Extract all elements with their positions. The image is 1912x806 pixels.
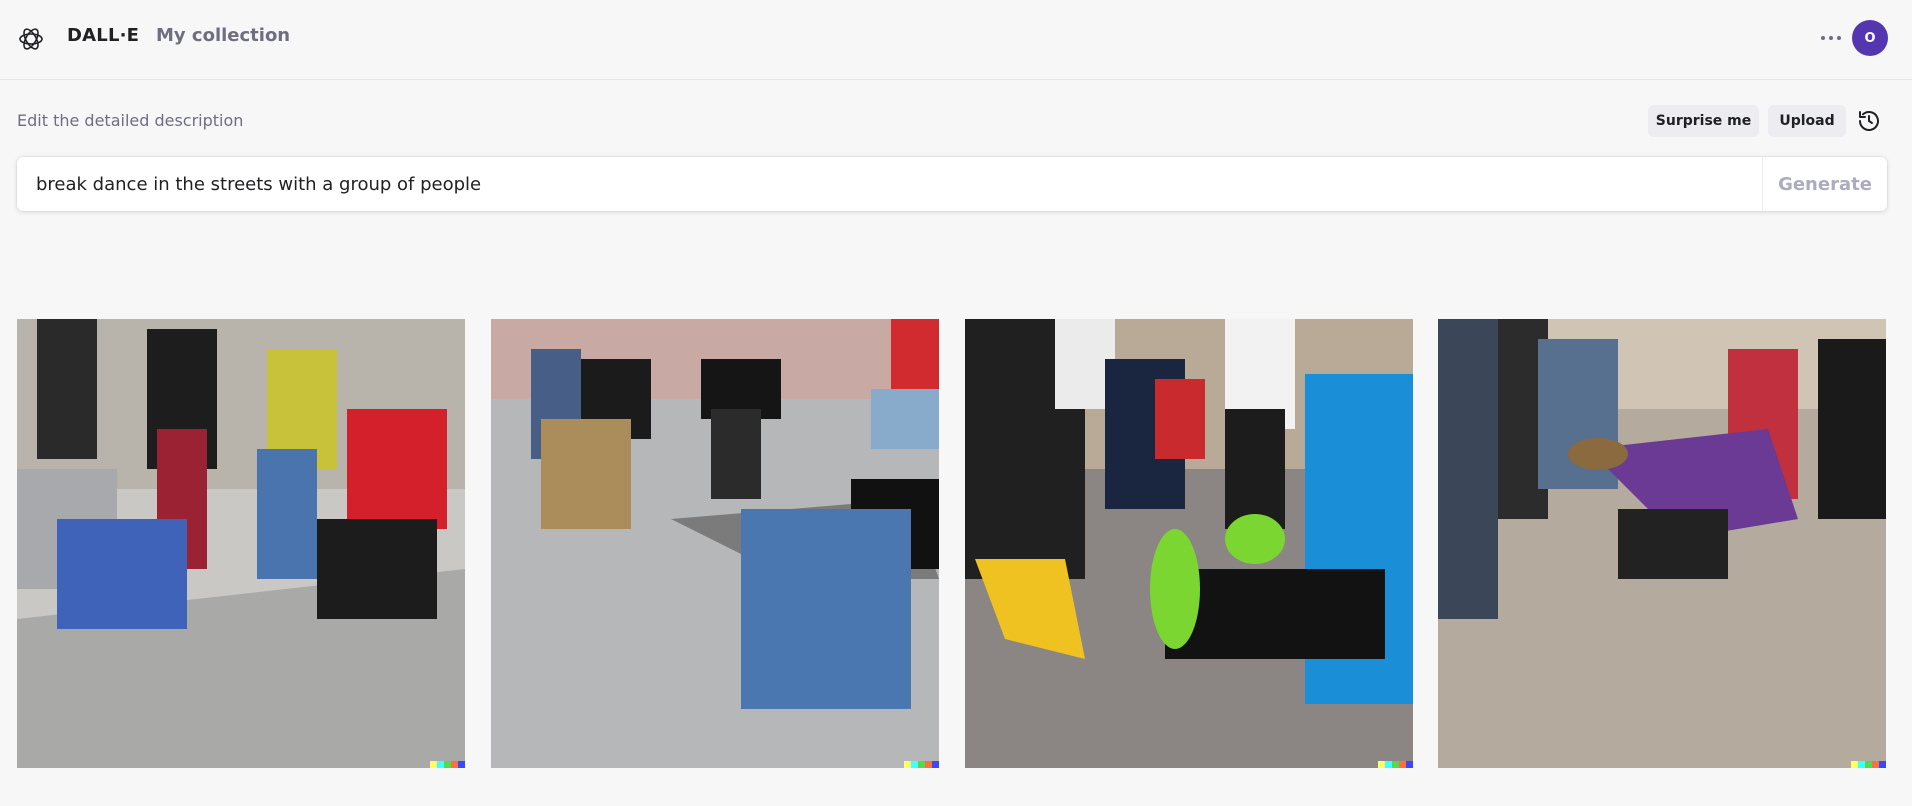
watermark-swatch [904,761,911,768]
result-image-2[interactable] [491,319,939,768]
prompt-input[interactable] [34,157,1768,213]
edit-description-label: Edit the detailed description [17,111,244,130]
top-bar: DALL·E My collection O [0,0,1912,80]
watermark-swatch [444,761,451,768]
watermark-swatch [1879,761,1886,768]
image-content [965,319,1413,768]
surprise-me-button[interactable]: Surprise me [1648,105,1759,137]
watermark-swatch [1872,761,1879,768]
watermark-swatch [911,761,918,768]
generate-button[interactable]: Generate [1763,157,1887,211]
watermark-swatch [458,761,465,768]
watermark-swatch [918,761,925,768]
prompt-box: Generate [17,157,1887,213]
openai-logo-icon[interactable] [16,24,46,54]
watermark-swatch [1385,761,1392,768]
more-options-icon[interactable] [1816,26,1846,50]
watermark [430,761,465,768]
watermark-swatch [430,761,437,768]
watermark-swatch [437,761,444,768]
upload-button[interactable]: Upload [1768,105,1846,137]
image-content [1438,319,1886,768]
my-collection-link[interactable]: My collection [156,25,290,46]
watermark [1851,761,1886,768]
result-image-1[interactable] [17,319,465,768]
watermark [1378,761,1413,768]
user-avatar[interactable]: O [1852,20,1888,56]
watermark-swatch [1858,761,1865,768]
result-image-4[interactable] [1438,319,1886,768]
watermark-swatch [1851,761,1858,768]
watermark-swatch [451,761,458,768]
watermark-swatch [1406,761,1413,768]
result-image-3[interactable] [965,319,1413,768]
watermark-swatch [1399,761,1406,768]
brand-title[interactable]: DALL·E [67,25,139,46]
watermark-swatch [1392,761,1399,768]
image-content [491,319,939,768]
image-content [17,319,465,768]
history-icon[interactable] [1857,109,1881,133]
watermark-swatch [1865,761,1872,768]
watermark-swatch [1378,761,1385,768]
watermark [904,761,939,768]
watermark-swatch [925,761,932,768]
watermark-swatch [932,761,939,768]
